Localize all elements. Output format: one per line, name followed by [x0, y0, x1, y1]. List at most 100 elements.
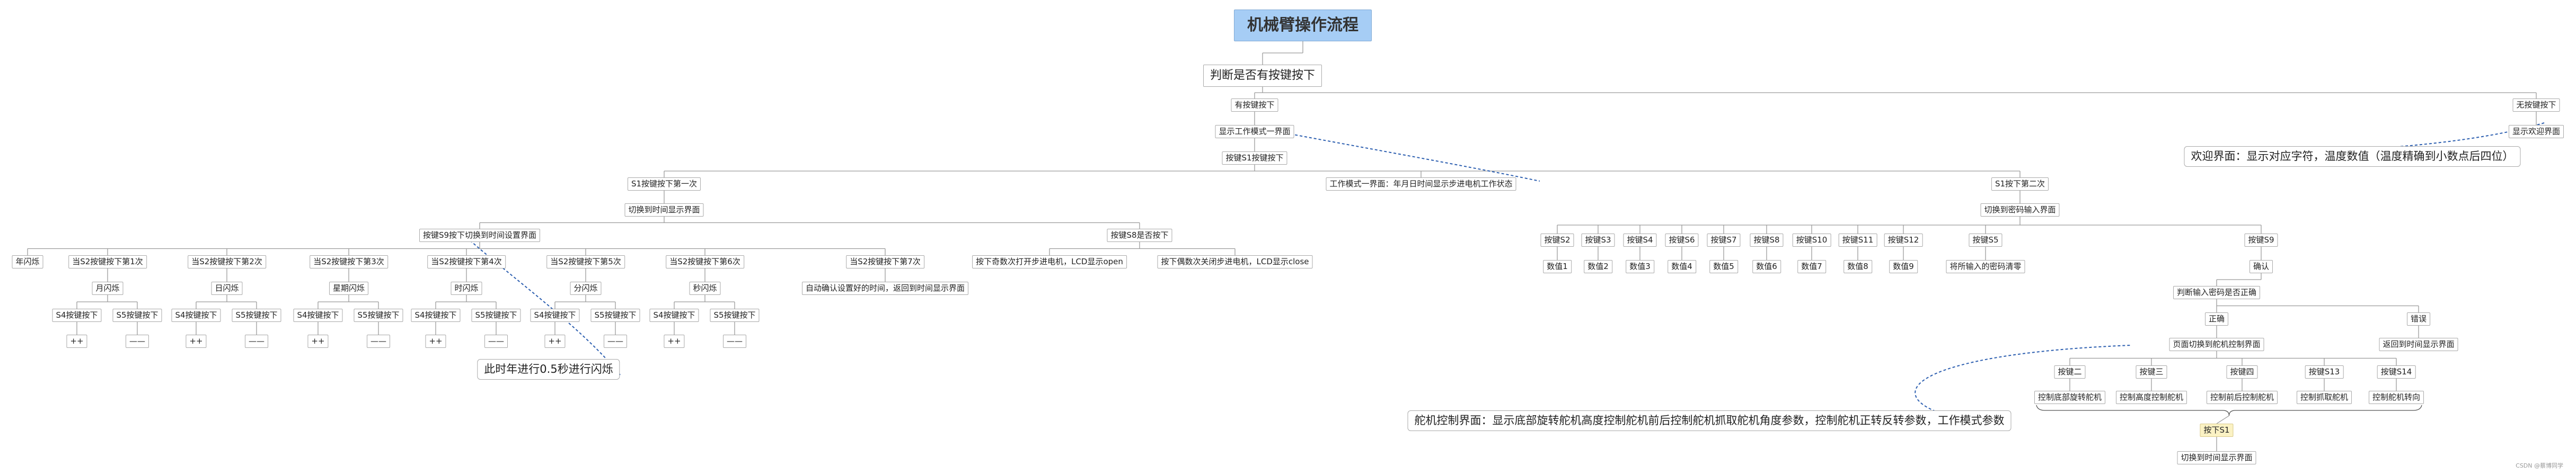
- s2-group-6-field: 秒闪烁: [689, 282, 721, 295]
- has-key-node: 有按键按下: [1231, 98, 1278, 112]
- servo-note: 舵机控制界面：显示底部旋转舵机高度控制舵机前后控制舵机抓取舵机角度参数，控制舵机…: [1407, 410, 2012, 431]
- s2-group-3-s5: S5按键按下: [354, 309, 403, 322]
- s2-group-4-field: 时闪烁: [451, 282, 482, 295]
- password-key-5: 按键S8: [1750, 234, 1784, 247]
- servo-action-1: 控制高度控制舵机: [2115, 391, 2187, 404]
- s5-node: 按键S5: [1969, 234, 2002, 247]
- servo-key-4: 按键S14: [2377, 365, 2416, 379]
- servo-key-2: 按键四: [2226, 365, 2258, 379]
- welcome-note: 欢迎界面：显示对应字符，温度数值（温度精确到小数点后四位）: [2184, 146, 2521, 167]
- s2-group-5-minus: ——: [604, 335, 627, 348]
- s2-group-3-s4: S4按键按下: [293, 309, 343, 322]
- welcome-screen-node: 显示欢迎界面: [2508, 125, 2564, 138]
- s2-group-4-plus: ++: [425, 335, 446, 348]
- s2-group-6-s4: S4按键按下: [649, 309, 699, 322]
- s5-clear-node: 将所输入的密码清零: [1946, 260, 2025, 273]
- s9-node: 按键S9: [2244, 234, 2278, 247]
- s2-group-5-plus: ++: [544, 335, 566, 348]
- s8-node: 按键S8是否按下: [1107, 229, 1172, 242]
- switch-servo-page-node: 页面切换到舵机控制界面: [2169, 338, 2264, 351]
- servo-key-1: 按键三: [2136, 365, 2167, 379]
- s2-group-7-field: 自动确认设置好的时间，返回到时间显示界面: [801, 282, 969, 295]
- s1-pressed-node: 按键S1按键按下: [1222, 151, 1287, 165]
- s2-group-3-minus: ——: [367, 335, 390, 348]
- s2-group-3-field: 星期闪烁: [329, 282, 369, 295]
- s2-group-2-minus: ——: [245, 335, 268, 348]
- password-digit-0: 数值1: [1543, 260, 1572, 273]
- password-digit-3: 数值4: [1668, 260, 1696, 273]
- password-key-6: 按键S10: [1792, 234, 1831, 247]
- s2-group-1-field: 月闪烁: [92, 282, 123, 295]
- correct-node: 正确: [2204, 312, 2229, 326]
- s2-group-6-plus: ++: [664, 335, 685, 348]
- servo-action-0: 控制底部旋转舵机: [2034, 391, 2106, 404]
- password-digit-6: 数值7: [1797, 260, 1826, 273]
- password-key-3: 按键S6: [1665, 234, 1699, 247]
- wrong-node: 错误: [2406, 312, 2431, 326]
- password-digit-8: 数值9: [1889, 260, 1918, 273]
- s2-group-6: 当S2按键按下第6次: [666, 255, 744, 268]
- s8-even-node: 按下偶数次关闭步进电机，LCD显示close: [1157, 255, 1313, 268]
- s1-second-node: S1按下第二次: [1991, 177, 2049, 191]
- password-key-2: 按键S4: [1623, 234, 1657, 247]
- s2-group-2-field: 日闪烁: [211, 282, 243, 295]
- s2-group-5: 当S2按键按下第5次: [546, 255, 625, 268]
- servo-action-2: 控制前后控制舵机: [2206, 391, 2278, 404]
- password-digit-5: 数值6: [1752, 260, 1781, 273]
- s2-group-1: 当S2按键按下第1次: [68, 255, 147, 268]
- s2-group-6-s5: S5按键按下: [710, 309, 760, 322]
- servo-key-3: 按键S13: [2305, 365, 2344, 379]
- s2-group-5-s5: S5按键按下: [590, 309, 640, 322]
- main-decision-node: 判断是否有按键按下: [1203, 65, 1322, 87]
- press-s1-node: 按下S1: [2200, 424, 2234, 437]
- watermark: CSDN @蔡博同学: [2516, 462, 2563, 469]
- confirm-node: 确认: [2249, 260, 2273, 273]
- s2-group-2-s4: S4按键按下: [171, 309, 221, 322]
- password-key-7: 按键S11: [1838, 234, 1877, 247]
- s2-group-1-s4: S4按键按下: [52, 309, 102, 322]
- s2-group-3: 当S2按键按下第3次: [310, 255, 388, 268]
- s2-group-6-minus: ——: [723, 335, 746, 348]
- servo-action-4: 控制舵机转向: [2368, 391, 2424, 404]
- judge-password-node: 判断输入密码是否正确: [2173, 286, 2261, 299]
- s2-group-1-plus: ++: [66, 335, 87, 348]
- blink-note: 此时年进行0.5秒进行闪烁: [477, 359, 620, 380]
- servo-action-3: 控制抓取舵机: [2296, 391, 2352, 404]
- password-key-8: 按键S12: [1884, 234, 1923, 247]
- s2-group-3-plus: ++: [307, 335, 329, 348]
- summary-bracket: [2036, 405, 2422, 416]
- s2-group-1-minus: ——: [126, 335, 149, 348]
- password-key-4: 按键S7: [1707, 234, 1741, 247]
- s2-group-2-s5: S5按键按下: [232, 309, 281, 322]
- password-digit-2: 数值3: [1626, 260, 1654, 273]
- s2-group-5-s4: S4按键按下: [530, 309, 580, 322]
- s8-odd-node: 按下奇数次打开步进电机，LCD显示open: [972, 255, 1127, 268]
- s1-first-node: S1按键按下第一次: [627, 177, 701, 191]
- show-work-mode-node: 显示工作模式一界面: [1215, 125, 1294, 138]
- s2-group-2-plus: ++: [186, 335, 207, 348]
- s2-group-4-minus: ——: [484, 335, 508, 348]
- s2-group-2: 当S2按键按下第2次: [188, 255, 266, 268]
- password-key-0: 按键S2: [1540, 234, 1574, 247]
- no-key-node: 无按键按下: [2512, 98, 2560, 112]
- return-time-node: 切换到时间显示界面: [2177, 451, 2256, 464]
- connector: [2216, 415, 2229, 424]
- password-key-1: 按键S3: [1581, 234, 1615, 247]
- switch-password-node: 切换到密码输入界面: [1980, 203, 2060, 217]
- s2-group-5-field: 分闪烁: [570, 282, 602, 295]
- s2-group-1-s5: S5按键按下: [112, 309, 162, 322]
- work-mode-annotation-arrow: [1276, 131, 1540, 182]
- password-digit-1: 数值2: [1584, 260, 1612, 273]
- root-node: 机械臂操作流程: [1234, 10, 1372, 41]
- s9-time-set-node: 按键S9按下切换到时间设置界面: [419, 229, 541, 242]
- servo-key-0: 按键二: [2054, 365, 2086, 379]
- switch-time-node: 切换到时间显示界面: [624, 203, 704, 217]
- work-mode-note: 工作模式一界面：年月日时间显示步进电机工作状态: [1326, 177, 1516, 191]
- s2-group-4-s5: S5按键按下: [471, 309, 521, 322]
- s2-group-4: 当S2按键按下第4次: [427, 255, 506, 268]
- s2-group-4-s4: S4按键按下: [411, 309, 461, 322]
- wrong-return-node: 返回到时间显示界面: [2379, 338, 2458, 351]
- password-digit-4: 数值5: [1709, 260, 1738, 273]
- s2-group-0: 年闪烁: [12, 255, 43, 268]
- s2-group-7: 当S2按键按下第7次: [846, 255, 924, 268]
